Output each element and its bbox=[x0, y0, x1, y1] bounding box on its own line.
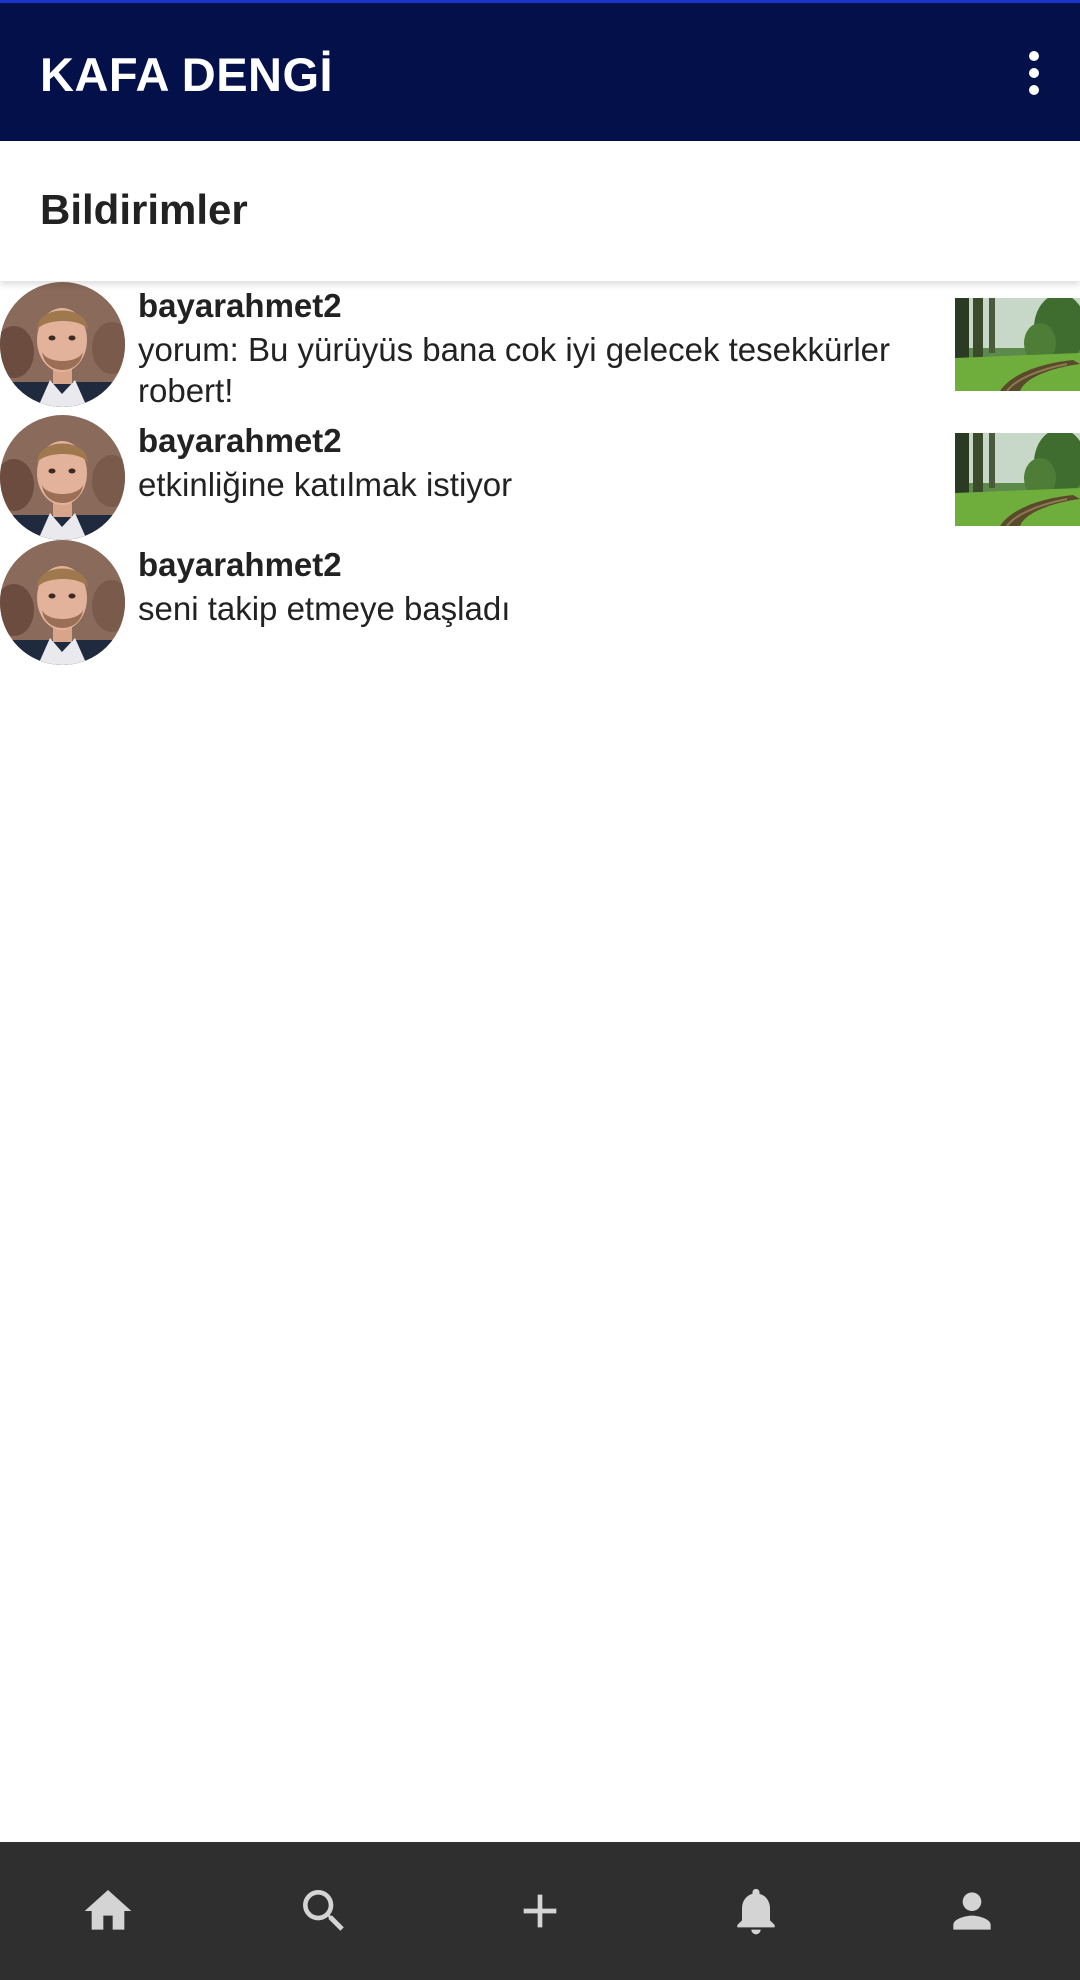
add-icon bbox=[523, 1894, 557, 1928]
home-icon bbox=[84, 1890, 132, 1930]
avatar-image bbox=[0, 415, 125, 540]
page-title: Bildirimler bbox=[40, 186, 248, 233]
notification-username[interactable]: bayarahmet2 bbox=[138, 545, 938, 585]
notification-username[interactable]: bayarahmet2 bbox=[138, 421, 938, 461]
forest-image bbox=[955, 433, 1080, 526]
event-thumbnail[interactable] bbox=[955, 298, 1080, 391]
app-screen: KAFA DENGİ Bildirimler bayarahmet2 yorum… bbox=[0, 0, 1080, 1980]
event-thumbnail[interactable] bbox=[955, 433, 1080, 526]
notification-list: bayarahmet2 yorum: Bu yürüyüs bana cok i… bbox=[0, 281, 1080, 665]
notification-content: bayarahmet2 seni takip etmeye başladı bbox=[138, 545, 938, 629]
forest-image bbox=[955, 298, 1080, 391]
avatar[interactable] bbox=[0, 540, 125, 665]
app-title: KAFA DENGİ bbox=[40, 48, 334, 101]
notification-message: yorum: Bu yürüyüs bana cok iyi gelecek t… bbox=[138, 331, 891, 409]
section-header: Bildirimler bbox=[0, 141, 1080, 281]
nav-profile[interactable] bbox=[912, 1856, 1032, 1966]
avatar-image bbox=[0, 540, 125, 665]
notification-content: bayarahmet2 yorum: Bu yürüyüs bana cok i… bbox=[138, 286, 938, 411]
nav-search[interactable] bbox=[264, 1856, 384, 1966]
avatar-image bbox=[0, 282, 125, 407]
more-vert-icon[interactable] bbox=[998, 37, 1070, 109]
notification-item[interactable]: bayarahmet2 seni takip etmeye başladı bbox=[0, 540, 1080, 665]
app-bar: KAFA DENGİ bbox=[0, 0, 1080, 141]
notification-username[interactable]: bayarahmet2 bbox=[138, 286, 938, 326]
notifications-icon bbox=[737, 1888, 775, 1935]
notification-item[interactable]: bayarahmet2 etkinliğine katılmak istiyor bbox=[0, 415, 1080, 540]
notification-content: bayarahmet2 etkinliğine katılmak istiyor bbox=[138, 421, 938, 505]
notification-message: seni takip etmeye başladı bbox=[138, 590, 511, 627]
bottom-navigation bbox=[0, 1842, 1080, 1980]
nav-add[interactable] bbox=[480, 1856, 600, 1966]
search-icon bbox=[303, 1890, 344, 1931]
notification-item[interactable]: bayarahmet2 yorum: Bu yürüyüs bana cok i… bbox=[0, 281, 1080, 415]
avatar[interactable] bbox=[0, 282, 125, 407]
avatar[interactable] bbox=[0, 415, 125, 540]
nav-home[interactable] bbox=[48, 1856, 168, 1966]
notification-message: etkinliğine katılmak istiyor bbox=[138, 466, 513, 503]
profile-icon bbox=[953, 1892, 991, 1930]
nav-notifications[interactable] bbox=[696, 1856, 816, 1966]
